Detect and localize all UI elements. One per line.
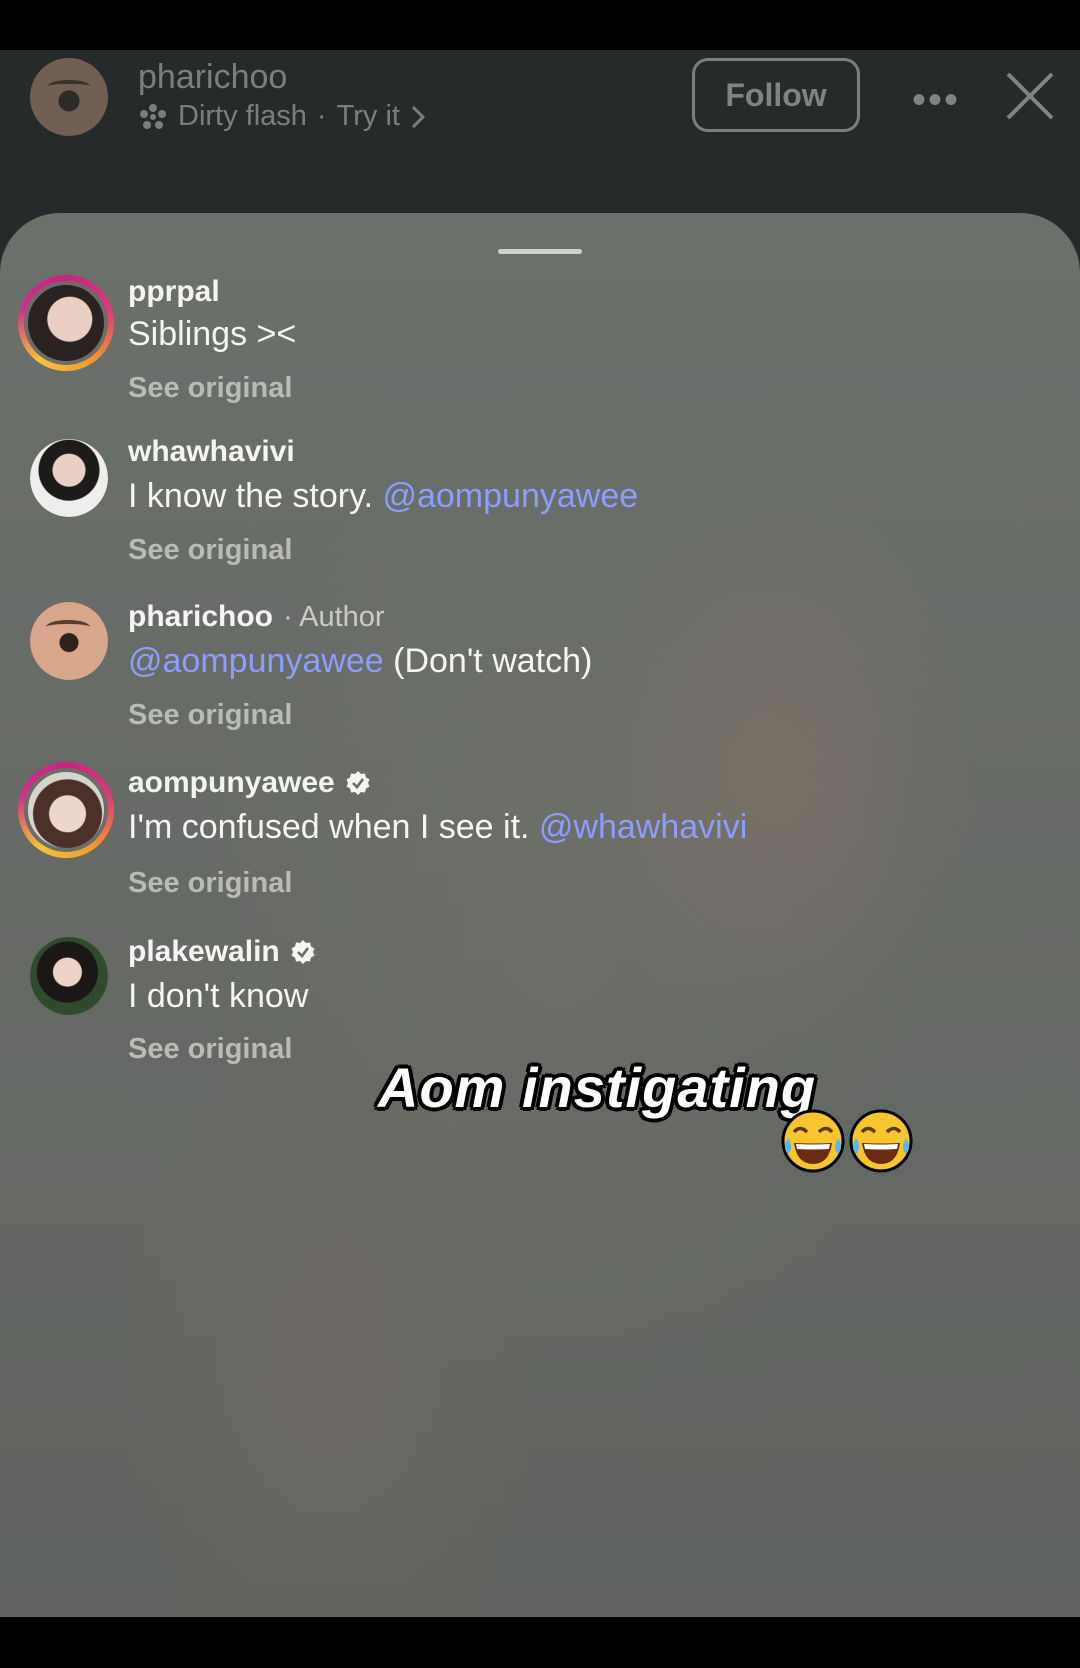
avatar [24, 768, 108, 852]
effect-name[interactable]: Dirty flash [178, 100, 307, 133]
see-original-link[interactable]: See original [128, 534, 292, 567]
comment-body: (Don't watch) [383, 642, 593, 680]
author-tag: · Author [283, 600, 385, 633]
username-text[interactable]: plakewalin [128, 935, 280, 969]
see-original-link[interactable]: See original [128, 1033, 292, 1066]
comment-body: I don't know [128, 977, 309, 1015]
comment-text: Siblings >< [128, 315, 296, 354]
avatar[interactable] [30, 937, 108, 1015]
follow-button[interactable]: Follow [692, 58, 860, 132]
username-text[interactable]: aompunyawee [128, 766, 335, 800]
chevron-right-icon [411, 105, 426, 128]
comment-body: I know the story. [128, 477, 383, 515]
mention-link[interactable]: @whawhavivi [539, 808, 747, 846]
mention-link[interactable]: @aompunyawee [128, 642, 384, 680]
author-username[interactable]: pharichoo [138, 58, 287, 97]
comment-item: aompunyawee I'm confused when I see it. … [0, 762, 1080, 926]
mention-link[interactable]: @aompunyawee [382, 477, 638, 515]
see-original-link[interactable]: See original [128, 867, 292, 900]
username-text[interactable]: whawhavivi [128, 435, 295, 469]
username-text[interactable]: pprpal [128, 275, 220, 309]
comment-body: I'm confused when I see it. [128, 808, 539, 846]
comment-text: @aompunyawee (Don't watch) [128, 642, 592, 681]
comment-text: I'm confused when I see it. @whawhavivi [128, 808, 747, 847]
see-original-link[interactable]: See original [128, 372, 292, 405]
comment-text: I don't know [128, 977, 308, 1016]
avatar[interactable] [30, 439, 108, 517]
comment-username[interactable]: whawhavivi [128, 435, 295, 469]
comment-username[interactable]: pharichoo · Author [128, 600, 385, 634]
avatar[interactable] [30, 602, 108, 680]
verified-badge-icon [346, 771, 370, 795]
close-icon[interactable] [1004, 70, 1056, 122]
avatar [24, 281, 108, 365]
story-ring[interactable] [18, 762, 114, 858]
author-avatar[interactable] [30, 58, 108, 136]
comment-username[interactable]: pprpal [128, 275, 220, 309]
video-caption: Aom instigating [378, 1056, 817, 1119]
effect-icon [140, 103, 166, 129]
comment-body: Siblings >< [128, 315, 297, 353]
comments-sheet: pprpal Siblings >< See original whawhavi… [0, 213, 1080, 1617]
caption-emojis [780, 1108, 914, 1174]
effect-separator: · [316, 100, 327, 132]
comment-item: pprpal Siblings >< See original [0, 275, 1080, 435]
verified-badge-icon [291, 940, 315, 964]
laughing-crying-emoji-icon [849, 1109, 913, 1173]
see-original-link[interactable]: See original [128, 699, 292, 732]
sheet-drag-handle[interactable] [498, 249, 582, 254]
effect-row[interactable]: Dirty flash · Try it [138, 100, 426, 133]
comment-text: I know the story. @aompunyawee [128, 477, 638, 516]
more-options-icon[interactable]: ••• [912, 78, 960, 123]
try-effect-link[interactable]: Try it [337, 100, 400, 133]
comment-username[interactable]: plakewalin [128, 935, 316, 969]
laughing-crying-emoji-icon [781, 1109, 845, 1173]
comment-username[interactable]: aompunyawee [128, 766, 371, 800]
comment-item: whawhavivi I know the story. @aompunyawe… [0, 435, 1080, 595]
reel-header: pharichoo Dirty flash · Try it Follow ••… [0, 50, 1080, 210]
comment-item: pharichoo · Author @aompunyawee (Don't w… [0, 600, 1080, 760]
reel-screen: pharichoo Dirty flash · Try it Follow ••… [0, 50, 1080, 1617]
story-ring[interactable] [18, 275, 114, 371]
username-text[interactable]: pharichoo [128, 600, 273, 634]
